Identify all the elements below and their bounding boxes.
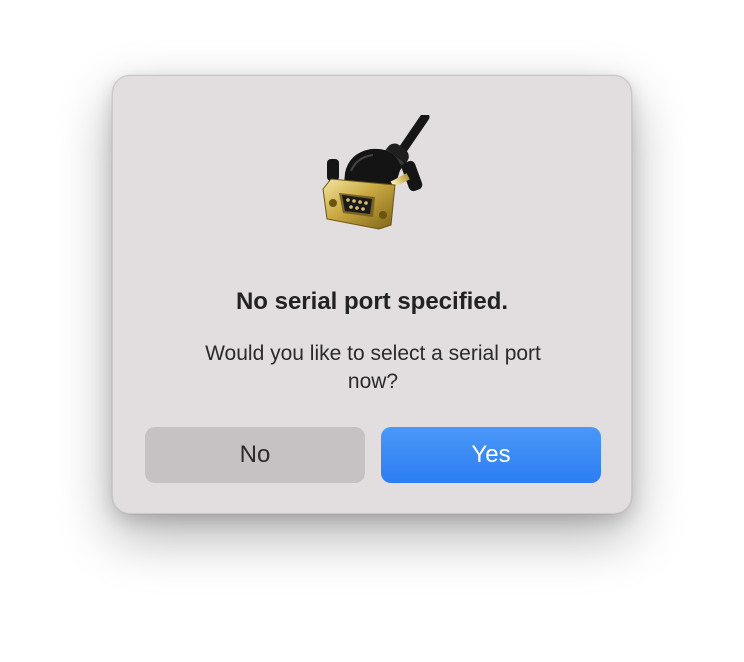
screen: No serial port specified. Would you like… [0, 0, 744, 662]
serial-port-connector-icon [309, 115, 439, 245]
no-button[interactable]: No [145, 427, 365, 483]
dialog-message: Would you like to select a serial port n… [205, 342, 541, 393]
alert-dialog: No serial port specified. Would you like… [112, 75, 632, 514]
dialog-title: No serial port specified. [235, 288, 509, 315]
yes-button[interactable]: Yes [381, 427, 601, 483]
